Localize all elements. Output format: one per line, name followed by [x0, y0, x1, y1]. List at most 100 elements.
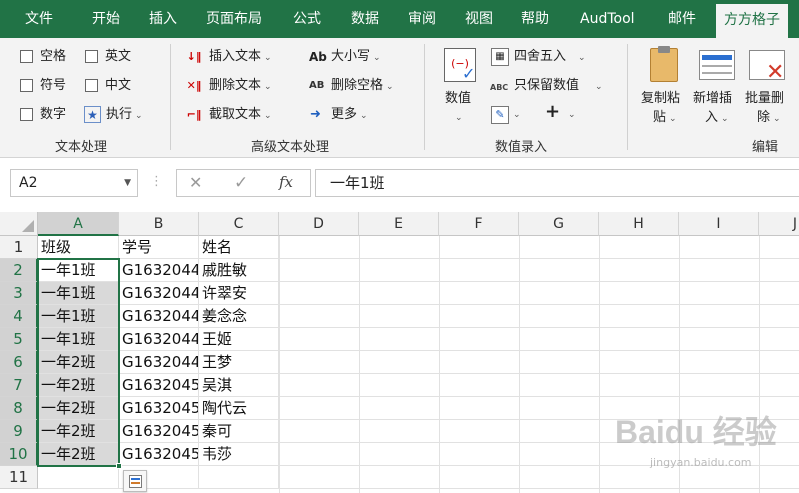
menu-layout[interactable]: 页面布局: [206, 0, 262, 38]
cell-a9[interactable]: 一年2班: [38, 420, 119, 443]
menu-help[interactable]: 帮助: [521, 0, 549, 38]
value-button[interactable]: 数值: [445, 91, 471, 107]
row-header-1[interactable]: 1: [0, 236, 38, 259]
cell-a11[interactable]: [38, 466, 119, 489]
column-header-h[interactable]: H: [599, 212, 679, 236]
plus-dropdown-caret[interactable]: ⌄: [568, 107, 576, 123]
column-header-e[interactable]: E: [359, 212, 439, 236]
copy-paste-button[interactable]: 复制粘 贴 ⌄: [641, 91, 680, 127]
cell-c5[interactable]: 王姬: [199, 328, 279, 351]
flash-fill-options-button[interactable]: [123, 470, 147, 492]
empty-cells-area[interactable]: [279, 236, 799, 493]
cell-b3[interactable]: G1632044: [119, 282, 199, 305]
column-header-g[interactable]: G: [519, 212, 599, 236]
fx-icon[interactable]: fx: [279, 173, 293, 191]
cell-c10[interactable]: 韦莎: [199, 443, 279, 466]
select-all-corner[interactable]: [0, 212, 38, 236]
row-header-10[interactable]: 10: [0, 443, 38, 466]
cell-b2[interactable]: G1632044: [119, 259, 199, 282]
fill-handle[interactable]: [116, 463, 122, 469]
row-header-5[interactable]: 5: [0, 328, 38, 351]
cell-b6[interactable]: G1632044: [119, 351, 199, 374]
cell-c6[interactable]: 王梦: [199, 351, 279, 374]
column-header-c[interactable]: C: [199, 212, 279, 236]
menu-review[interactable]: 审阅: [408, 0, 436, 38]
menu-data[interactable]: 数据: [351, 0, 379, 38]
formula-input[interactable]: 一年1班: [315, 169, 799, 197]
add-insert-button[interactable]: 新增插 入 ⌄: [693, 91, 732, 127]
insert-text-button[interactable]: 插入文本 ⌄: [209, 49, 272, 66]
row-header-3[interactable]: 3: [0, 282, 38, 305]
menu-formulas[interactable]: 公式: [293, 0, 321, 38]
cell-c1[interactable]: 姓名: [199, 236, 279, 259]
cell-c2[interactable]: 戚胜敏: [199, 259, 279, 282]
execute-button[interactable]: 执行 ⌄: [106, 107, 143, 124]
cell-a10[interactable]: 一年2班: [38, 443, 119, 466]
cell-c9[interactable]: 秦可: [199, 420, 279, 443]
remove-space-button[interactable]: 删除空格 ⌄: [331, 78, 394, 95]
cell-c3[interactable]: 许翠安: [199, 282, 279, 305]
case-button[interactable]: 大小写 ⌄: [331, 49, 381, 66]
cell-c11[interactable]: [199, 466, 279, 489]
cell-b8[interactable]: G1632045: [119, 397, 199, 420]
cell-b1[interactable]: 学号: [119, 236, 199, 259]
extract-text-button[interactable]: 截取文本 ⌄: [209, 107, 272, 124]
cell-b7[interactable]: G1632045: [119, 374, 199, 397]
round-button[interactable]: 四舍五入 ⌄: [514, 49, 586, 66]
cell-a5[interactable]: 一年1班: [38, 328, 119, 351]
cell-b9[interactable]: G1632045: [119, 420, 199, 443]
row-header-8[interactable]: 8: [0, 397, 38, 420]
cell-a2[interactable]: 一年1班: [38, 259, 119, 282]
checkbox-number[interactable]: [20, 108, 33, 121]
menu-audtool[interactable]: AudTool: [580, 0, 635, 38]
menu-fangfang[interactable]: 方方格子: [716, 4, 788, 38]
edit-icon[interactable]: ✎: [491, 106, 509, 124]
name-box[interactable]: A2 ▼: [10, 169, 138, 197]
cell-a7[interactable]: 一年2班: [38, 374, 119, 397]
cancel-icon[interactable]: ✕: [189, 173, 202, 192]
plus-icon[interactable]: +: [545, 103, 560, 121]
formula-bar-dots[interactable]: ⋮: [150, 174, 163, 189]
menu-mail[interactable]: 邮件: [668, 0, 696, 38]
value-dropdown-caret[interactable]: ⌄: [455, 110, 463, 126]
batch-delete-button[interactable]: 批量删 除 ⌄: [745, 91, 784, 127]
cell-a6[interactable]: 一年2班: [38, 351, 119, 374]
confirm-icon[interactable]: ✓: [234, 173, 248, 193]
cell-c8[interactable]: 陶代云: [199, 397, 279, 420]
cell-b4[interactable]: G1632044: [119, 305, 199, 328]
keep-value-button[interactable]: 只保留数值 ⌄: [514, 78, 603, 95]
row-header-11[interactable]: 11: [0, 466, 38, 489]
column-header-a[interactable]: A: [38, 212, 119, 236]
cell-a8[interactable]: 一年2班: [38, 397, 119, 420]
cell-b10[interactable]: G1632045: [119, 443, 199, 466]
cell-a3[interactable]: 一年1班: [38, 282, 119, 305]
column-header-j[interactable]: J: [759, 212, 799, 236]
column-header-b[interactable]: B: [119, 212, 199, 236]
menu-home[interactable]: 开始: [92, 0, 120, 38]
cell-a4[interactable]: 一年1班: [38, 305, 119, 328]
checkbox-space[interactable]: [20, 50, 33, 63]
checkbox-symbol[interactable]: [20, 79, 33, 92]
checkbox-english[interactable]: [85, 50, 98, 63]
row-header-9[interactable]: 9: [0, 420, 38, 443]
watermark-brand: Baidu 经验: [615, 414, 777, 450]
checkbox-chinese[interactable]: [85, 79, 98, 92]
chevron-down-icon[interactable]: ▼: [124, 170, 131, 196]
cell-a1[interactable]: 班级: [38, 236, 119, 259]
row-header-4[interactable]: 4: [0, 305, 38, 328]
column-header-d[interactable]: D: [279, 212, 359, 236]
more-button[interactable]: 更多 ⌄: [331, 107, 368, 124]
menu-insert[interactable]: 插入: [149, 0, 177, 38]
cell-b5[interactable]: G1632044: [119, 328, 199, 351]
row-header-6[interactable]: 6: [0, 351, 38, 374]
column-header-i[interactable]: I: [679, 212, 759, 236]
edit-dropdown-caret[interactable]: ⌄: [513, 107, 521, 123]
row-header-7[interactable]: 7: [0, 374, 38, 397]
menu-file[interactable]: 文件: [25, 0, 53, 38]
menu-view[interactable]: 视图: [465, 0, 493, 38]
cell-c4[interactable]: 姜念念: [199, 305, 279, 328]
delete-text-button[interactable]: 删除文本 ⌄: [209, 78, 272, 95]
cell-c7[interactable]: 吴淇: [199, 374, 279, 397]
row-header-2[interactable]: 2: [0, 259, 38, 282]
column-header-f[interactable]: F: [439, 212, 519, 236]
